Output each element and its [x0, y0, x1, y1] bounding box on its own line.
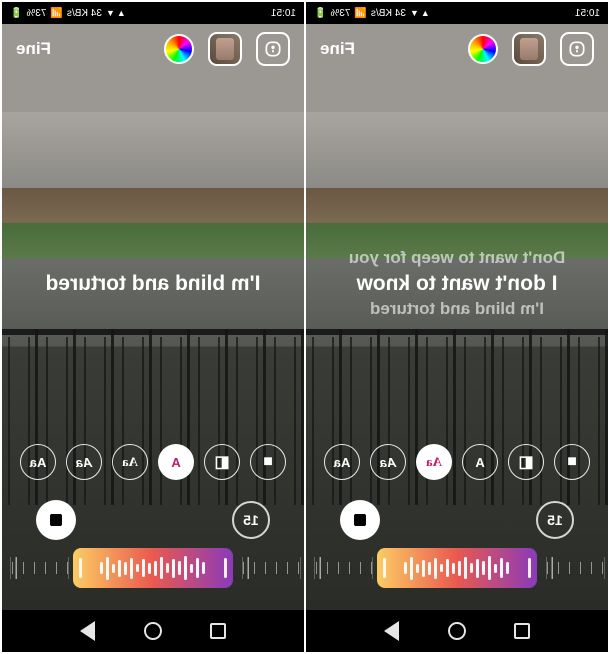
sticker-picker-button[interactable] [512, 32, 546, 66]
font-style-option[interactable]: ■ [554, 444, 590, 480]
mention-sticker-button[interactable] [560, 32, 594, 66]
lyrics-overlay[interactable]: I'm blind and tortured [2, 270, 304, 298]
lyric-current: I'm blind and tortured [22, 270, 284, 298]
font-style-option[interactable]: ◧ [204, 444, 240, 480]
font-style-option-selected[interactable]: Aa [416, 444, 452, 480]
status-time: 10:51 [271, 8, 296, 19]
nav-home-icon[interactable] [448, 622, 466, 640]
status-battery: 73% [26, 8, 46, 19]
lyric-previous: Don't want to weep for you [326, 247, 588, 270]
font-style-option[interactable]: Aa [324, 444, 360, 480]
font-style-option[interactable]: Aa [20, 444, 56, 480]
status-bar: 10:51 ▲▼ 34 KB/s 📶 73% 🔋 [306, 2, 608, 24]
sticker-picker-button[interactable] [208, 32, 242, 66]
nav-back-icon[interactable] [384, 621, 399, 641]
story-music-editor: Fine I'm blind and tortured ■ ◧ A Aa Aa … [2, 24, 304, 610]
screenshot-pair: 10:51 ▲▼ 34 KB/s 📶 73% 🔋 [0, 0, 610, 654]
font-style-option[interactable]: Aa [66, 444, 102, 480]
nav-recents-icon[interactable] [514, 623, 530, 639]
clip-selection-window[interactable] [73, 548, 233, 588]
waveform-icon [405, 556, 510, 580]
phone-screen-left: 10:51 ▲▼ 34 KB/s 📶 73% 🔋 [2, 2, 304, 652]
playback-row: 15 [2, 500, 304, 540]
music-scrubber[interactable] [2, 546, 304, 590]
playback-row: 15 [306, 500, 608, 540]
nav-home-icon[interactable] [144, 622, 162, 640]
music-scrubber[interactable] [306, 546, 608, 590]
lyric-next: I'm blind and tortured [326, 298, 588, 321]
status-bar: 10:51 ▲▼ 34 KB/s 📶 73% 🔋 [2, 2, 304, 24]
lyric-current: I don't want to know [326, 270, 588, 298]
editor-top-toolbar: Fine [2, 24, 304, 74]
play-pause-button[interactable] [340, 500, 380, 540]
mention-sticker-button[interactable] [256, 32, 290, 66]
android-nav-bar [306, 610, 608, 652]
status-icons: ▲▼ [410, 8, 430, 18]
status-network-speed: 34 KB/s [371, 8, 406, 19]
font-style-option[interactable]: ◧ [508, 444, 544, 480]
status-time: 10:51 [575, 8, 600, 19]
color-wheel-button[interactable] [468, 34, 498, 64]
status-icons: ▲▼ [106, 8, 126, 18]
nav-recents-icon[interactable] [210, 623, 226, 639]
done-button[interactable]: Fine [16, 39, 51, 59]
status-battery: 73% [330, 8, 350, 19]
nav-back-icon[interactable] [80, 621, 95, 641]
story-music-editor: Fine Don't want to weep for you I don't … [306, 24, 608, 610]
lyric-style-picker: ■ ◧ A Aa Aa Aa [306, 444, 608, 480]
clip-selection-window[interactable] [377, 548, 537, 588]
android-nav-bar [2, 610, 304, 652]
lyric-style-picker: ■ ◧ A Aa Aa Aa [2, 444, 304, 480]
font-style-option[interactable]: A [462, 444, 498, 480]
font-style-option[interactable]: Aa [370, 444, 406, 480]
color-wheel-button[interactable] [164, 34, 194, 64]
clip-duration-badge[interactable]: 15 [232, 501, 270, 539]
editor-top-toolbar: Fine [306, 24, 608, 74]
font-style-option-selected[interactable]: A [158, 444, 194, 480]
done-button[interactable]: Fine [320, 39, 355, 59]
font-style-option[interactable]: Aa [112, 444, 148, 480]
play-pause-button[interactable] [36, 500, 76, 540]
status-network-speed: 34 KB/s [67, 8, 102, 19]
clip-duration-badge[interactable]: 15 [536, 501, 574, 539]
lyrics-overlay[interactable]: Don't want to weep for you I don't want … [306, 247, 608, 321]
font-style-option[interactable]: ■ [250, 444, 286, 480]
phone-screen-right: 10:51 ▲▼ 34 KB/s 📶 73% 🔋 [306, 2, 608, 652]
waveform-icon [101, 556, 206, 580]
